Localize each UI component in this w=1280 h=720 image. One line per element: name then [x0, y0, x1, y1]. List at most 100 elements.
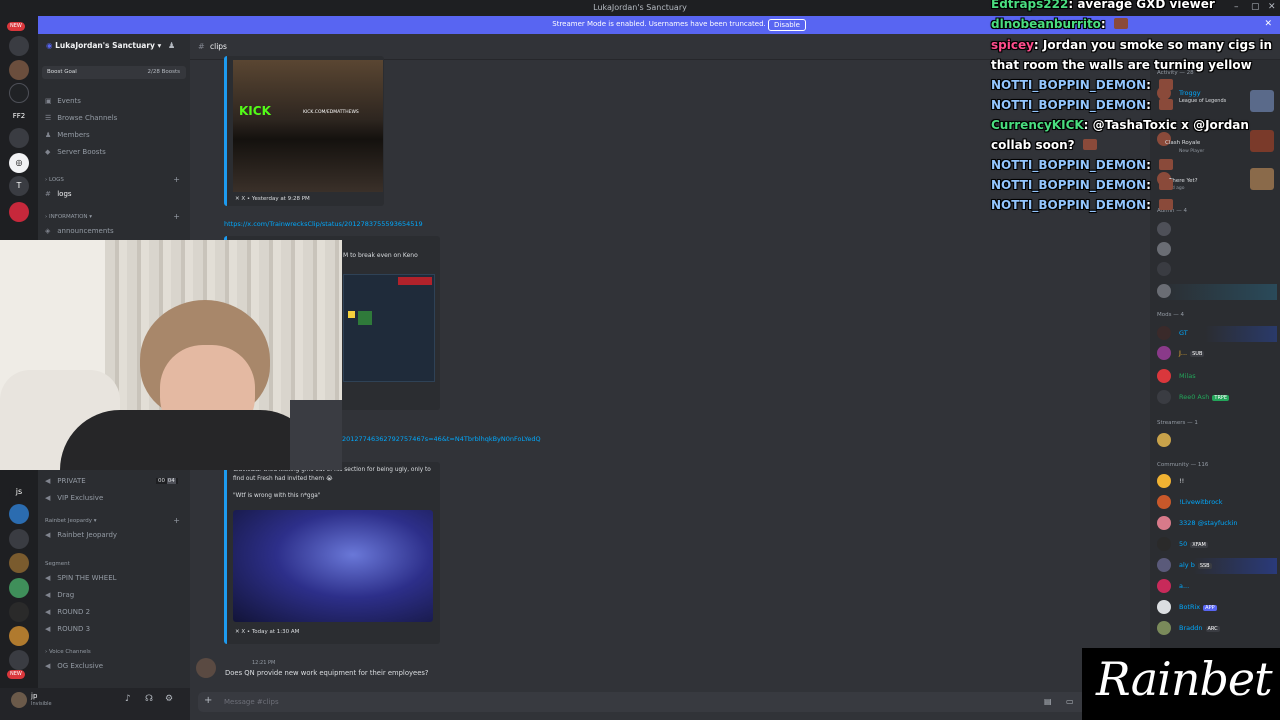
embed-footer: ✕ X • Yesterday at 9:28 PM [235, 196, 310, 202]
member-item[interactable] [1157, 262, 1277, 278]
category-voice[interactable]: › Voice Channels [45, 649, 91, 655]
nav-events[interactable]: ▣ Events [45, 97, 81, 105]
disable-button[interactable]: Disable [768, 19, 806, 31]
tweet-link[interactable]: 20127746362792757467s=46&t=N4TbrblhqkByN… [342, 435, 541, 443]
emote [1159, 159, 1174, 170]
server-name[interactable]: ◉ LukaJordan's Sanctuary ▾ [46, 41, 161, 50]
server-icon[interactable] [9, 60, 29, 80]
clip-thumbnail[interactable]: KICK KICK.COM/EDMATTHEWS [233, 60, 383, 192]
nav-browse-channels[interactable]: ☰ Browse Channels [45, 114, 117, 122]
member-item[interactable]: Milas [1157, 369, 1277, 385]
member-item[interactable]: Ree0 Ash TRPE [1157, 390, 1277, 406]
voice-user-limit: 00 04 [156, 478, 178, 484]
server-icon-js[interactable]: js [9, 482, 29, 502]
member-item[interactable]: BotRix APP [1157, 600, 1277, 616]
server-icon[interactable] [9, 202, 29, 222]
nav-members[interactable]: ♟ Members [45, 131, 90, 139]
channel-og[interactable]: ◀ OG Exclusive [45, 662, 103, 670]
member-item[interactable]: !Livewitbrock [1157, 495, 1277, 511]
embed-text: M to break even on Keno [343, 252, 418, 259]
member-item[interactable]: 3328 @stayfuckin [1157, 516, 1277, 532]
member-item[interactable] [1157, 242, 1277, 258]
member-item[interactable] [1157, 433, 1277, 449]
keno-screenshot[interactable] [343, 274, 435, 382]
server-icon-ff2[interactable]: FF2 [9, 106, 29, 126]
hash-icon: # [45, 190, 51, 198]
member-item[interactable]: 50 XFAM [1157, 537, 1277, 553]
server-icon[interactable] [9, 626, 29, 646]
speaker-icon: ◀ [45, 608, 51, 616]
tweet-embed: Clavicular tried kicking girls out of hi… [224, 462, 440, 644]
server-icon[interactable] [9, 529, 29, 549]
hash-icon: # [198, 42, 205, 51]
members-icon: ♟ [45, 131, 52, 139]
party-image[interactable] [233, 510, 433, 622]
category-information[interactable]: › INFORMATION ▾ [45, 214, 92, 220]
username: jp [31, 692, 38, 700]
nav-server-boosts[interactable]: ◆ Server Boosts [45, 148, 106, 156]
add-channel-icon[interactable]: + [173, 516, 180, 525]
tweet-link[interactable]: https://x.com/TrainwrecksClip/status/201… [224, 220, 423, 228]
channel-rainbet-jeopardy[interactable]: ◀ Rainbet Jeopardy [45, 531, 117, 539]
member-item[interactable]: !! [1157, 474, 1277, 490]
boost-goal-bar[interactable]: Boost Goal 2/28 Boosts [42, 66, 186, 79]
category-rainbet[interactable]: Rainbet Jeopardy ▾ [45, 518, 97, 524]
server-icon[interactable] [9, 504, 29, 524]
avatar[interactable] [11, 692, 27, 708]
server-icon-t[interactable]: T [9, 176, 29, 196]
avatar [1157, 284, 1171, 298]
member-item[interactable]: Braddn ARC [1157, 621, 1277, 637]
channel-logs[interactable]: # logs [45, 190, 72, 198]
channel-announcements[interactable]: ◈ announcements [45, 227, 114, 235]
member-item[interactable]: aly b SSB [1157, 558, 1277, 574]
embed-quote: "Wtf is wrong with this n*gga" [233, 493, 321, 499]
server-icon[interactable] [9, 36, 29, 56]
rainbet-logo: Rainbet [1082, 648, 1280, 720]
channel-private[interactable]: ◀ PRIVATE [45, 477, 86, 485]
emote [1082, 139, 1097, 150]
tweet-embed: KICK KICK.COM/EDMATTHEWS ✕ X • Yesterday… [224, 56, 384, 206]
openai-icon[interactable]: ◎ [9, 153, 29, 173]
channel-round2[interactable]: ◀ ROUND 2 [45, 608, 90, 616]
avatar [1157, 242, 1171, 256]
add-attachment-icon[interactable]: + [204, 695, 212, 706]
server-icon[interactable] [9, 602, 29, 622]
channel-drag[interactable]: ◀ Drag [45, 591, 74, 599]
server-icon[interactable] [9, 553, 29, 573]
channel-vip[interactable]: ◀ VIP Exclusive [45, 494, 103, 502]
avatar[interactable] [196, 658, 216, 678]
server-icon[interactable] [9, 578, 29, 598]
settings-gear-icon[interactable]: ⚙ [165, 694, 173, 704]
server-icon[interactable] [9, 650, 29, 670]
add-channel-icon[interactable]: + [173, 212, 180, 221]
member-item[interactable] [1157, 284, 1277, 300]
emote [1159, 79, 1174, 90]
avatar [1157, 262, 1171, 276]
member-item[interactable]: a... [1157, 579, 1277, 595]
server-icon[interactable] [9, 83, 29, 103]
avatar [1157, 222, 1171, 236]
member-item[interactable]: GT [1157, 326, 1277, 342]
channel-spin[interactable]: ◀ SPIN THE WHEEL [45, 574, 117, 582]
category-segment[interactable]: Segment [45, 561, 70, 567]
speaker-icon: ◀ [45, 625, 51, 633]
channel-round3[interactable]: ◀ ROUND 3 [45, 625, 90, 633]
microphone-icon[interactable]: ♪ [125, 694, 131, 704]
gift-icon[interactable]: ▤ [1044, 697, 1052, 706]
boost-icon: ◆ [45, 148, 51, 156]
headphones-icon[interactable]: ☊ [145, 694, 153, 704]
member-item[interactable] [1157, 222, 1277, 238]
avatar [1157, 390, 1171, 404]
member-item[interactable]: J... SUB [1157, 346, 1277, 362]
gif-icon[interactable]: ▭ [1066, 697, 1074, 706]
speaker-icon: ◀ [45, 531, 51, 539]
add-channel-icon[interactable]: + [173, 175, 180, 184]
stream-chat-overlay: Edtraps222: average GXD viewer dlnobeanb… [991, 0, 1273, 212]
hash-icon: ☰ [45, 114, 52, 122]
category-logs[interactable]: › LOGS [45, 177, 64, 183]
add-member-icon[interactable]: ♟ [168, 41, 175, 50]
emote [1159, 99, 1174, 110]
speaker-icon: ◀ [45, 494, 51, 502]
webcam-overlay [0, 240, 342, 470]
server-icon[interactable] [9, 128, 29, 148]
